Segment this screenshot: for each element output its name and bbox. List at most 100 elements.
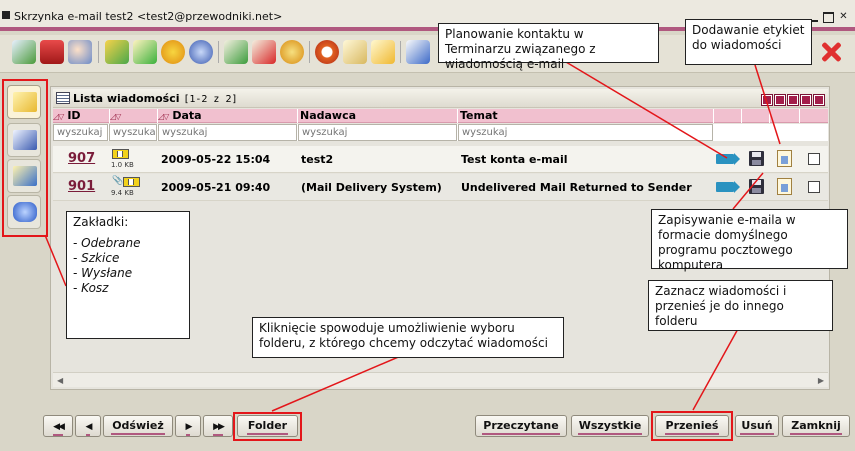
row-checkbox[interactable] [808, 153, 820, 165]
list-title: Lista wiadomości [73, 92, 180, 105]
receive-mail-icon[interactable] [12, 40, 36, 64]
column-action-2 [742, 109, 770, 123]
delete-icon[interactable] [252, 40, 276, 64]
panel-button-1[interactable] [761, 94, 773, 106]
callout-tabs-item: - Kosz [73, 281, 109, 295]
delete-button[interactable]: Usuń [735, 415, 779, 437]
clipboard-icon[interactable] [371, 40, 395, 64]
panel-button-4[interactable] [800, 94, 812, 106]
toolbar-separator [309, 41, 310, 63]
close-icon[interactable] [818, 39, 844, 65]
callout-tabs-item: - Odebrane [73, 236, 141, 250]
callout-tabs-title: Zakładki: [73, 215, 129, 229]
window-icon [2, 11, 10, 19]
message-date: 2009-05-22 15:04 [161, 153, 271, 166]
notes-icon[interactable] [343, 40, 367, 64]
callout-save: Zapisywanie e-maila w formacie domyślneg… [651, 209, 848, 272]
panel-button-3[interactable] [787, 94, 799, 106]
clock-icon[interactable] [315, 40, 339, 64]
window-title: Skrzynka e-mail test2 <test2@przewodniki… [14, 10, 283, 23]
first-page-icon: ◀◀ [53, 420, 65, 436]
message-size: 1.0 KB [111, 161, 134, 169]
hand-icon[interactable] [68, 40, 92, 64]
search-row [53, 124, 828, 141]
window-controls: ✕ [808, 12, 849, 23]
panel-header: Lista wiadomości [1-2 z 2] [53, 89, 828, 108]
first-page-button[interactable]: ◀◀ [43, 415, 73, 437]
tabs-highlight [2, 79, 48, 237]
move-highlight [651, 411, 733, 441]
column-headers: ◿▽ ID ◿▽ ◿▽ Data Nadawca Temat [53, 109, 828, 123]
message-date: 2009-05-21 09:40 [161, 181, 271, 194]
panel-title: Lista wiadomości [1-2 z 2] [73, 92, 238, 105]
scroll-right-icon[interactable]: ▶ [818, 376, 824, 385]
toolbar-separator [98, 41, 99, 63]
mailbox-icon[interactable] [40, 40, 64, 64]
last-page-button[interactable]: ▶▶ [203, 415, 233, 437]
forward-icon[interactable] [105, 40, 129, 64]
column-sender[interactable]: Nadawca [298, 109, 458, 123]
search-size-input[interactable] [109, 124, 157, 141]
column-date[interactable]: ◿▽ Data [158, 109, 298, 123]
message-size: 9.4 KB [111, 189, 134, 197]
sort-arrows-icon[interactable]: ◿▽ [158, 110, 169, 124]
message-sender: (Mail Delivery System) [301, 181, 442, 194]
search-subject-input[interactable] [458, 124, 713, 141]
save-icon[interactable] [749, 179, 764, 194]
horizontal-scrollbar[interactable]: ◀ ▶ [53, 372, 828, 387]
callout-move: Zaznacz wiadomości i przenieś je do inne… [648, 280, 833, 331]
column-subject[interactable]: Temat [458, 109, 714, 123]
column-size[interactable]: ◿▽ [110, 109, 158, 123]
message-subject[interactable]: Test konta e-mail [461, 153, 568, 166]
read-icon[interactable] [224, 40, 248, 64]
next-page-button[interactable]: ▶ [175, 415, 201, 437]
message-sender: test2 [301, 153, 334, 166]
row-checkbox[interactable] [808, 181, 820, 193]
chat-icon[interactable] [161, 40, 185, 64]
new-mail-icon[interactable] [133, 40, 157, 64]
sort-arrows-icon[interactable]: ◿▽ [53, 110, 64, 124]
toolbar-separator [400, 41, 401, 63]
read-button[interactable]: Przeczytane [475, 415, 567, 437]
message-subject[interactable]: Undelivered Mail Returned to Sender [461, 181, 692, 194]
maximize-icon[interactable] [823, 12, 834, 23]
scroll-left-icon[interactable]: ◀ [57, 376, 63, 385]
folder-highlight [233, 412, 302, 441]
column-action-1 [714, 109, 742, 123]
table-row[interactable]: 907 1.0 KB 2009-05-22 15:04 test2 Test k… [53, 146, 828, 173]
terminarz-icon[interactable] [716, 181, 740, 193]
close-button[interactable]: Zamknij [782, 415, 850, 437]
mail-icon [123, 177, 140, 187]
all-button[interactable]: Wszystkie [571, 415, 649, 437]
refresh-button[interactable]: Odśwież [103, 415, 173, 437]
message-id-link[interactable]: 901 [68, 179, 95, 194]
message-id-link[interactable]: 907 [68, 151, 95, 166]
callout-labels: Dodawanie etykiet do wiadomości [685, 19, 812, 65]
save-icon[interactable] [749, 151, 764, 166]
callout-terminarz: Planowanie kontaktu w Terminarzu związan… [438, 23, 659, 71]
search-sender-input[interactable] [298, 124, 457, 141]
settings-icon[interactable] [280, 40, 304, 64]
label-icon[interactable] [777, 178, 792, 195]
prev-page-button[interactable]: ◀ [75, 415, 101, 437]
at-sign-icon[interactable] [189, 40, 213, 64]
search-id-input[interactable] [53, 124, 108, 141]
sort-arrows-icon[interactable]: ◿▽ [110, 110, 121, 124]
column-id[interactable]: ◿▽ ID [53, 109, 110, 123]
terminarz-icon[interactable] [716, 153, 740, 165]
table-row[interactable]: 901 📎 9.4 KB 2009-05-21 09:40 (Mail Deli… [53, 174, 828, 201]
close-window-icon[interactable]: ✕ [838, 12, 849, 23]
search-date-input[interactable] [158, 124, 297, 141]
edit-icon[interactable] [406, 40, 430, 64]
next-page-icon: ▶ [185, 420, 192, 436]
toolbar-separator [218, 41, 219, 63]
callout-tabs-item: - Szkice [73, 251, 120, 265]
last-page-icon: ▶▶ [213, 420, 225, 436]
label-icon[interactable] [777, 150, 792, 167]
callout-tabs: Zakładki: - Odebrane - Szkice - Wysłane … [66, 211, 190, 339]
list-icon [56, 92, 70, 104]
attachment-icon: 📎 [112, 176, 124, 186]
panel-button-2[interactable] [774, 94, 786, 106]
panel-button-5[interactable] [813, 94, 825, 106]
prev-page-icon: ◀ [85, 420, 92, 436]
